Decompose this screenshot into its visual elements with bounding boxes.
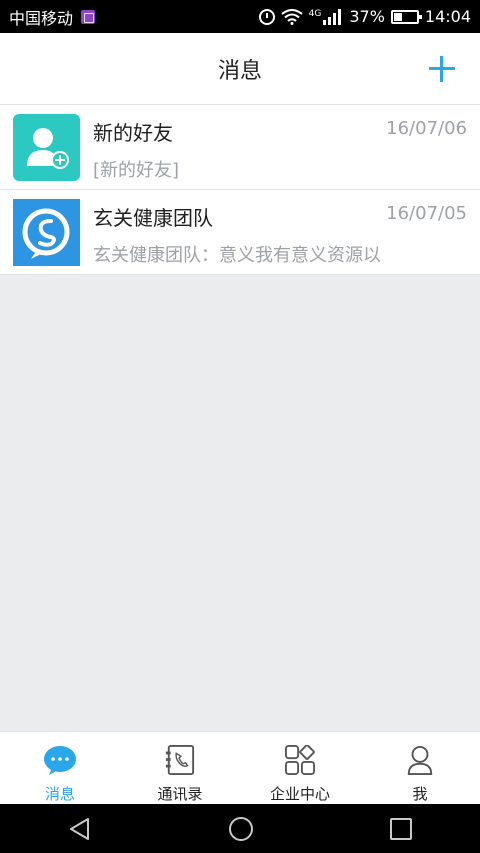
recents-button[interactable]	[390, 817, 412, 840]
message-date: 16/07/05	[386, 203, 467, 224]
profile-icon	[407, 745, 433, 775]
message-list: 新的好友 [新的好友] 16/07/06 玄关健康团队 玄关健康团队：意义我有意…	[0, 105, 480, 275]
carrier-label: 中国移动	[9, 8, 74, 28]
message-date: 16/07/06	[386, 118, 467, 139]
enterprise-grid-icon	[285, 745, 315, 775]
tab-label: 我	[412, 785, 428, 803]
battery-icon	[390, 9, 422, 24]
message-preview: [新的好友]	[93, 160, 180, 181]
add-friend-icon	[27, 128, 69, 169]
system-nav-bar	[0, 804, 480, 853]
back-triangle-icon	[70, 817, 89, 840]
message-body: 新的好友 [新的好友] 16/07/06	[93, 114, 467, 181]
message-item-new-friends[interactable]: 新的好友 [新的好友] 16/07/06	[0, 105, 480, 190]
page-title: 消息	[217, 58, 262, 84]
message-preview: 玄关健康团队：意义我有意义资源以	[93, 245, 381, 266]
tab-me[interactable]: 我	[360, 732, 480, 804]
status-bar: 中国移动 4G 37% 14:04	[0, 0, 480, 33]
contacts-book-icon	[165, 745, 195, 775]
battery-percent: 37%	[349, 7, 385, 26]
battery-level-fill	[393, 12, 402, 21]
alarm-icon	[258, 8, 275, 25]
tab-label: 企业中心	[269, 785, 330, 803]
bottom-tab-bar: 消息 通讯录 企业中心 我	[0, 731, 480, 804]
page-header: 消息	[0, 33, 480, 105]
message-body: 玄关健康团队 玄关健康团队：意义我有意义资源以 16/07/05	[93, 199, 467, 266]
wifi-icon	[281, 8, 303, 25]
home-circle-icon	[229, 816, 253, 841]
home-button[interactable]	[228, 816, 254, 842]
message-item-team[interactable]: 玄关健康团队 玄关健康团队：意义我有意义资源以 16/07/05	[0, 190, 480, 275]
chat-bubble-icon	[44, 746, 76, 775]
network-type-label: 4G	[308, 9, 322, 19]
add-friend-avatar	[13, 114, 80, 181]
tab-messages[interactable]: 消息	[0, 732, 120, 804]
status-right: 4G 37% 14:04	[258, 7, 471, 26]
add-button[interactable]	[428, 55, 456, 83]
clock: 14:04	[424, 7, 471, 26]
tab-contacts[interactable]: 通讯录	[120, 732, 240, 804]
gallery-notification-icon	[81, 9, 96, 24]
recents-square-icon	[390, 817, 412, 840]
status-left: 中国移动	[9, 5, 96, 29]
tab-label: 消息	[44, 785, 75, 803]
team-avatar	[13, 199, 80, 266]
tab-enterprise-center[interactable]: 企业中心	[240, 732, 360, 804]
back-button[interactable]	[68, 817, 92, 841]
team-logo-icon	[22, 208, 70, 259]
tab-label: 通讯录	[157, 785, 203, 803]
cellular-signal-icon	[323, 8, 342, 25]
